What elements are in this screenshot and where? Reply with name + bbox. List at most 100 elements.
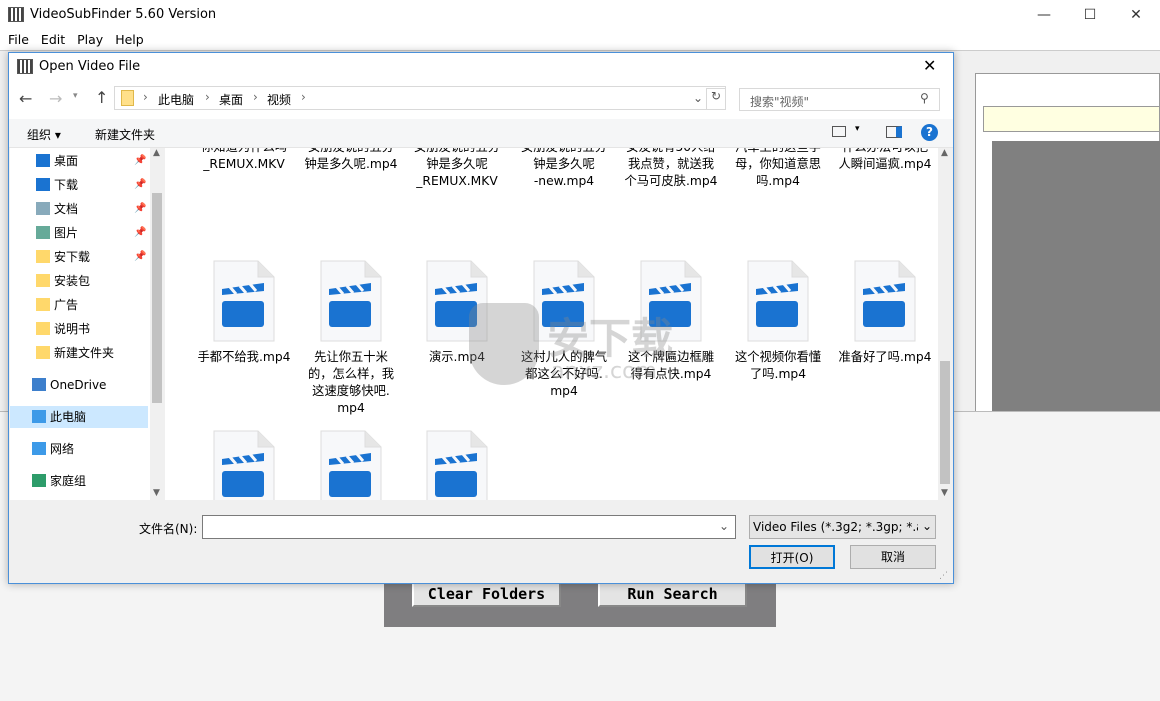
minimize-button[interactable]: — [1021, 0, 1067, 30]
nav-item[interactable]: 文档 📌 [10, 198, 148, 220]
nav-item[interactable]: 图片 📌 [10, 222, 148, 244]
breadcrumb-desktop[interactable]: 桌面 [219, 91, 243, 108]
nav-item[interactable]: 安下载 📌 [10, 246, 148, 268]
nav-item-label: 广告 [54, 298, 79, 312]
folder-icon [36, 346, 50, 359]
breadcrumb-this-pc[interactable]: 此电脑 [158, 91, 194, 108]
file-name-line: 什么办法可以把 [833, 148, 937, 156]
close-button[interactable]: ✕ [1113, 0, 1159, 30]
scroll-down-icon[interactable]: ▼ [941, 488, 948, 498]
file-name-line: 人瞬间逼疯.mp4 [838, 157, 932, 171]
file-name-line: 手都不给我.mp4 [197, 350, 291, 364]
open-button[interactable]: 打开(O) [749, 545, 835, 569]
filename-input[interactable]: ⌄ [202, 515, 736, 539]
file-name[interactable]: 手都不给我.mp4 [192, 349, 296, 366]
breadcrumb-videos[interactable]: 视频 [267, 91, 291, 108]
video-file-icon[interactable] [853, 259, 917, 343]
forward-icon[interactable]: → [49, 89, 62, 108]
new-folder-button[interactable]: 新建文件夹 [95, 126, 155, 143]
up-icon[interactable]: ↑ [95, 88, 108, 107]
video-file-icon[interactable] [212, 429, 276, 500]
file-name[interactable]: 女朋友说的五分钟是多久呢.mp4 [299, 148, 403, 173]
scroll-up-icon[interactable]: ▲ [941, 148, 948, 158]
nav-item[interactable]: 此电脑 [10, 406, 148, 428]
nav-item-label: 网络 [50, 442, 75, 456]
nav-item-label: 图片 [54, 226, 79, 240]
nav-item[interactable]: 下载 📌 [10, 174, 148, 196]
back-icon[interactable]: ← [19, 89, 32, 108]
filetype-select[interactable]: Video Files (*.3g2; *.3gp; *.ar ⌄ [749, 515, 936, 539]
file-name-line: 这速度够快吧. [312, 384, 390, 398]
nav-item[interactable]: 广告 [10, 294, 148, 316]
pin-icon[interactable]: 📌 [134, 246, 146, 268]
nav-scroll-thumb[interactable] [152, 193, 162, 403]
pictures-icon [36, 226, 50, 239]
nav-item[interactable]: 安装包 [10, 270, 148, 292]
nav-scrollbar[interactable]: ▲ ▼ [150, 148, 164, 500]
nav-item[interactable]: OneDrive [10, 374, 148, 396]
network-icon [32, 442, 46, 455]
pin-icon[interactable]: 📌 [134, 150, 146, 172]
nav-item[interactable]: 家庭组 [10, 470, 148, 492]
file-name[interactable]: 你知道为什么吗_REMUX.MKV [192, 148, 296, 173]
filename-dropdown-icon[interactable]: ⌄ [719, 519, 729, 533]
file-name[interactable]: 女朋友说的五分钟是多久呢 -new.mp4 [512, 148, 616, 190]
pin-icon[interactable]: 📌 [134, 222, 146, 244]
nav-item[interactable]: 新建文件夹 [10, 342, 148, 364]
resize-grip[interactable]: ⋰ [939, 571, 948, 581]
file-name[interactable]: 汽车上的这些字母，你知道意思吗.mp4 [726, 148, 830, 190]
address-bar[interactable]: › 此电脑 › 桌面 › 视频 › ⌄ [114, 86, 726, 110]
nav-item[interactable]: 桌面 📌 [10, 150, 148, 172]
file-name[interactable]: 这个视频你看懂 了吗.mp4 [726, 349, 830, 383]
pin-icon[interactable]: 📌 [134, 174, 146, 196]
file-name[interactable]: 什么办法可以把人瞬间逼疯.mp4 [833, 148, 937, 173]
dialog-title: Open Video File [39, 59, 141, 74]
folder-icon [36, 298, 50, 311]
menu-file[interactable]: File [2, 30, 35, 50]
search-input[interactable]: 搜索"视频" ⚲ [739, 88, 940, 111]
pin-icon[interactable]: 📌 [134, 198, 146, 220]
cancel-button[interactable]: 取消 [850, 545, 936, 569]
dialog-close-button[interactable]: ✕ [923, 56, 936, 75]
video-file-icon[interactable] [746, 259, 810, 343]
desktop-icon [36, 154, 50, 167]
file-name[interactable]: 女朋友说的五分钟是多久呢 _REMUX.MKV [405, 148, 509, 190]
video-file-icon[interactable] [319, 259, 383, 343]
breadcrumb-sep: › [253, 90, 258, 104]
nav-item[interactable]: 说明书 [10, 318, 148, 340]
folder-icon [121, 90, 134, 106]
refresh-icon[interactable]: ↻ [706, 88, 726, 110]
video-file-icon[interactable] [425, 429, 489, 500]
file-scrollbar[interactable]: ▲ ▼ [938, 148, 952, 500]
file-name-line: _REMUX.MKV [203, 157, 285, 171]
view-options-icon[interactable] [832, 126, 846, 137]
recent-dropdown-icon[interactable]: ▾ [73, 91, 78, 101]
watermark-text: 安下载 [547, 314, 674, 363]
video-file-icon[interactable] [212, 259, 276, 343]
subtitle-field[interactable] [983, 106, 1160, 132]
preview-pane-icon[interactable] [886, 126, 902, 138]
organize-button[interactable]: 组织 ▾ [27, 126, 61, 143]
video-file-icon[interactable] [319, 429, 383, 500]
file-name-line: -new.mp4 [533, 174, 595, 188]
help-icon[interactable]: ? [921, 124, 938, 141]
file-name-line: 准备好了吗.mp4 [838, 350, 932, 364]
file-scroll-thumb[interactable] [940, 361, 950, 484]
file-name[interactable]: 女友说有50人给我点赞，就送我个马可皮肤.mp4 [619, 148, 723, 190]
menu-play[interactable]: Play [71, 30, 109, 50]
clear-folders-button[interactable]: Clear Folders [412, 581, 561, 607]
view-dropdown-icon[interactable]: ▾ [855, 124, 860, 134]
scroll-up-icon[interactable]: ▲ [153, 148, 160, 158]
nav-item-label: 安装包 [54, 274, 91, 288]
file-name[interactable]: 准备好了吗.mp4 [833, 349, 937, 366]
menu-help[interactable]: Help [109, 30, 150, 50]
file-name-line: 的，怎么样，我 [307, 367, 395, 381]
run-search-button[interactable]: Run Search [598, 581, 747, 607]
nav-item[interactable]: 网络 [10, 438, 148, 460]
menu-edit[interactable]: Edit [35, 30, 71, 50]
scroll-down-icon[interactable]: ▼ [153, 488, 160, 498]
file-name[interactable]: 先让你五十米 的，怎么样，我 这速度够快吧. mp4 [299, 349, 403, 417]
address-dropdown-icon[interactable]: ⌄ [693, 91, 703, 105]
maximize-button[interactable]: ☐ [1067, 0, 1113, 30]
file-name-line: 汽车上的这些字 [726, 148, 830, 156]
